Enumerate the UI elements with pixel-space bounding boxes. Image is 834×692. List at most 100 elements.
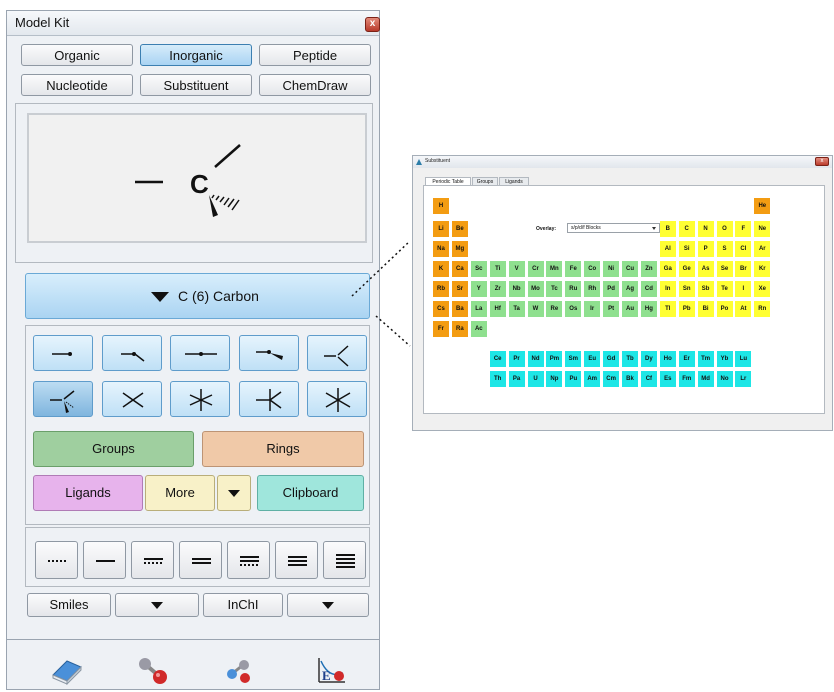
element-cell-se[interactable]: Se bbox=[716, 261, 733, 277]
element-cell-y[interactable]: Y bbox=[470, 281, 487, 297]
element-cell-md[interactable]: Md bbox=[697, 371, 714, 387]
element-cell-ta[interactable]: Ta bbox=[508, 301, 525, 317]
element-cell-hg[interactable]: Hg bbox=[640, 301, 657, 317]
element-cell-kr[interactable]: Kr bbox=[754, 261, 771, 277]
element-cell-rn[interactable]: Rn bbox=[754, 301, 771, 317]
element-cell-ag[interactable]: Ag bbox=[622, 281, 638, 297]
element-cell-n[interactable]: N bbox=[697, 221, 714, 237]
element-cell-c[interactable]: C bbox=[678, 221, 695, 237]
element-cell-ho[interactable]: Ho bbox=[659, 351, 676, 367]
element-cell-ga[interactable]: Ga bbox=[659, 261, 676, 277]
element-cell-bi[interactable]: Bi bbox=[697, 301, 714, 317]
element-cell-be[interactable]: Be bbox=[451, 221, 468, 237]
element-cell-os[interactable]: Os bbox=[565, 301, 582, 317]
element-cell-ca[interactable]: Ca bbox=[451, 261, 468, 277]
element-cell-in[interactable]: In bbox=[659, 281, 676, 297]
element-cell-cf[interactable]: Cf bbox=[640, 371, 657, 387]
element-cell-sm[interactable]: Sm bbox=[565, 351, 582, 367]
element-cell-te[interactable]: Te bbox=[716, 281, 733, 297]
element-cell-ti[interactable]: Ti bbox=[489, 261, 506, 277]
element-cell-h[interactable]: H bbox=[433, 198, 449, 214]
element-cell-ni[interactable]: Ni bbox=[603, 261, 620, 277]
element-cell-li[interactable]: Li bbox=[433, 221, 449, 237]
element-cell-pa[interactable]: Pa bbox=[508, 371, 525, 387]
element-cell-no[interactable]: No bbox=[716, 371, 733, 387]
element-cell-co[interactable]: Co bbox=[584, 261, 601, 277]
element-cell-he[interactable]: He bbox=[754, 198, 771, 214]
element-cell-fr[interactable]: Fr bbox=[433, 321, 449, 337]
element-cell-nb[interactable]: Nb bbox=[508, 281, 525, 297]
element-cell-o[interactable]: O bbox=[716, 221, 733, 237]
element-cell-pt[interactable]: Pt bbox=[603, 301, 620, 317]
element-cell-sb[interactable]: Sb bbox=[697, 281, 714, 297]
element-cell-at[interactable]: At bbox=[735, 301, 752, 317]
element-cell-tm[interactable]: Tm bbox=[697, 351, 714, 367]
element-cell-au[interactable]: Au bbox=[622, 301, 638, 317]
element-cell-cr[interactable]: Cr bbox=[527, 261, 544, 277]
element-cell-ra[interactable]: Ra bbox=[451, 321, 468, 337]
element-cell-xe[interactable]: Xe bbox=[754, 281, 771, 297]
element-cell-b[interactable]: B bbox=[659, 221, 676, 237]
element-cell-pm[interactable]: Pm bbox=[546, 351, 563, 367]
element-cell-as[interactable]: As bbox=[697, 261, 714, 277]
element-cell-cs[interactable]: Cs bbox=[433, 301, 449, 317]
element-cell-ir[interactable]: Ir bbox=[584, 301, 601, 317]
element-cell-dy[interactable]: Dy bbox=[640, 351, 657, 367]
element-cell-ge[interactable]: Ge bbox=[678, 261, 695, 277]
element-cell-fe[interactable]: Fe bbox=[565, 261, 582, 277]
element-cell-na[interactable]: Na bbox=[433, 241, 449, 257]
element-cell-k[interactable]: K bbox=[433, 261, 449, 277]
element-cell-br[interactable]: Br bbox=[735, 261, 752, 277]
element-cell-sc[interactable]: Sc bbox=[470, 261, 487, 277]
element-cell-ne[interactable]: Ne bbox=[754, 221, 771, 237]
element-cell-ru[interactable]: Ru bbox=[565, 281, 582, 297]
element-cell-zn[interactable]: Zn bbox=[640, 261, 657, 277]
element-cell-sr[interactable]: Sr bbox=[451, 281, 468, 297]
element-cell-v[interactable]: V bbox=[508, 261, 525, 277]
element-cell-tb[interactable]: Tb bbox=[622, 351, 638, 367]
element-cell-ce[interactable]: Ce bbox=[489, 351, 506, 367]
element-cell-gd[interactable]: Gd bbox=[603, 351, 620, 367]
element-cell-mo[interactable]: Mo bbox=[527, 281, 544, 297]
element-cell-cd[interactable]: Cd bbox=[640, 281, 657, 297]
element-cell-rb[interactable]: Rb bbox=[433, 281, 449, 297]
element-cell-ar[interactable]: Ar bbox=[754, 241, 771, 257]
element-cell-u[interactable]: U bbox=[527, 371, 544, 387]
element-cell-rh[interactable]: Rh bbox=[584, 281, 601, 297]
element-cell-w[interactable]: W bbox=[527, 301, 544, 317]
element-cell-la[interactable]: La bbox=[470, 301, 487, 317]
element-cell-am[interactable]: Am bbox=[584, 371, 601, 387]
element-cell-s[interactable]: S bbox=[716, 241, 733, 257]
element-cell-mg[interactable]: Mg bbox=[451, 241, 468, 257]
element-cell-p[interactable]: P bbox=[697, 241, 714, 257]
element-cell-re[interactable]: Re bbox=[546, 301, 563, 317]
element-cell-nd[interactable]: Nd bbox=[527, 351, 544, 367]
element-cell-pr[interactable]: Pr bbox=[508, 351, 525, 367]
element-cell-fm[interactable]: Fm bbox=[678, 371, 695, 387]
element-cell-tl[interactable]: Tl bbox=[659, 301, 676, 317]
element-cell-er[interactable]: Er bbox=[678, 351, 695, 367]
element-cell-hf[interactable]: Hf bbox=[489, 301, 506, 317]
element-cell-ba[interactable]: Ba bbox=[451, 301, 468, 317]
element-cell-f[interactable]: F bbox=[735, 221, 752, 237]
element-cell-pd[interactable]: Pd bbox=[603, 281, 620, 297]
element-cell-lu[interactable]: Lu bbox=[735, 351, 752, 367]
element-cell-po[interactable]: Po bbox=[716, 301, 733, 317]
element-cell-eu[interactable]: Eu bbox=[584, 351, 601, 367]
element-cell-pu[interactable]: Pu bbox=[565, 371, 582, 387]
element-cell-cm[interactable]: Cm bbox=[603, 371, 620, 387]
element-cell-ac[interactable]: Ac bbox=[470, 321, 487, 337]
overlay-select[interactable]: s/p/d/f Blocks bbox=[567, 223, 660, 233]
element-cell-cu[interactable]: Cu bbox=[622, 261, 638, 277]
element-cell-cl[interactable]: Cl bbox=[735, 241, 752, 257]
element-cell-sn[interactable]: Sn bbox=[678, 281, 695, 297]
element-cell-i[interactable]: I bbox=[735, 281, 752, 297]
element-cell-yb[interactable]: Yb bbox=[716, 351, 733, 367]
element-cell-si[interactable]: Si bbox=[678, 241, 695, 257]
element-cell-mn[interactable]: Mn bbox=[546, 261, 563, 277]
element-cell-es[interactable]: Es bbox=[659, 371, 676, 387]
element-cell-np[interactable]: Np bbox=[546, 371, 563, 387]
element-cell-zr[interactable]: Zr bbox=[489, 281, 506, 297]
close-button[interactable]: x bbox=[815, 157, 829, 166]
element-cell-pb[interactable]: Pb bbox=[678, 301, 695, 317]
